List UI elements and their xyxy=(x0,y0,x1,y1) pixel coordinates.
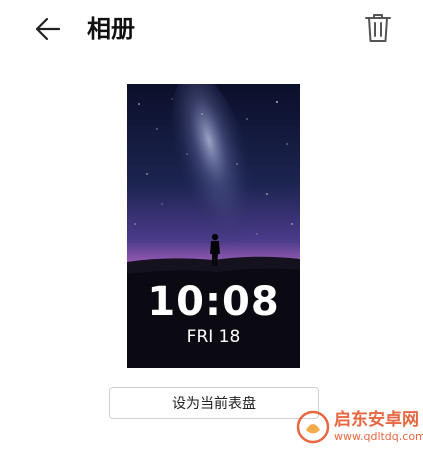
watermark-logo-icon xyxy=(296,410,330,444)
set-current-watchface-button[interactable]: 设为当前表盘 xyxy=(109,387,319,419)
back-button[interactable] xyxy=(28,9,68,49)
site-watermark: 启东安卓网 www.qdltdq.com xyxy=(296,408,423,448)
watermark-brand: 启东安卓网 xyxy=(334,410,419,430)
watchface-preview: 10:08 FRI 18 xyxy=(127,84,300,368)
delete-button[interactable] xyxy=(358,8,398,48)
watchface-time: 10:08 xyxy=(147,279,280,325)
page-title: 相册 xyxy=(87,15,135,43)
trash-icon xyxy=(365,14,391,42)
watchface-date: FRI 18 xyxy=(186,327,241,347)
watermark-url: www.qdltdq.com xyxy=(334,430,423,443)
arrow-left-icon xyxy=(35,17,61,41)
app-header: 相册 xyxy=(0,0,423,58)
